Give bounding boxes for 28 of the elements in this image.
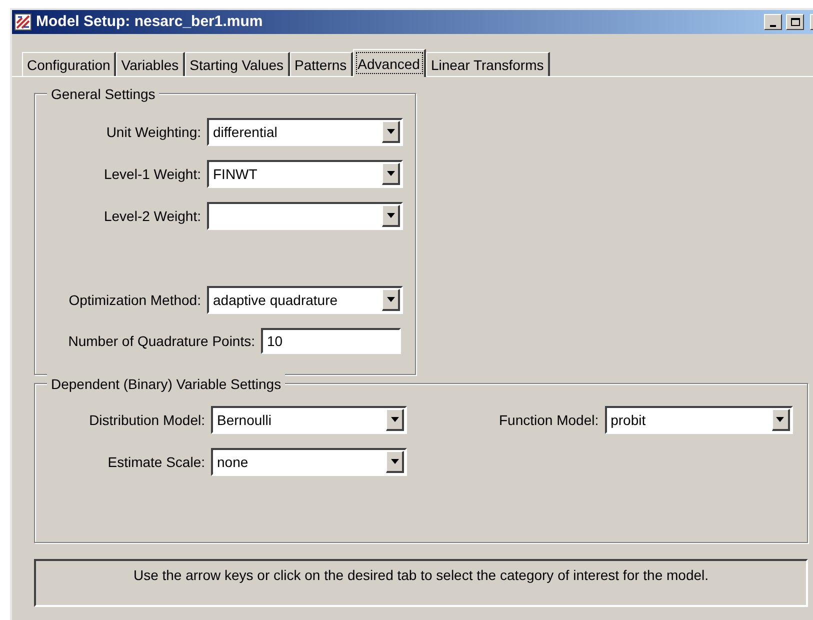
dropdown[interactable]: adaptive quadrature bbox=[207, 286, 403, 314]
field-label: Number of Quadrature Points: bbox=[68, 332, 255, 351]
tab[interactable]: Patterns bbox=[290, 52, 353, 76]
minimize-button[interactable] bbox=[764, 14, 782, 30]
field-label: Optimization Method: bbox=[68, 290, 201, 310]
input-field[interactable]: 10 bbox=[261, 328, 401, 354]
tab[interactable]: Linear Transforms bbox=[426, 52, 550, 76]
app-icon bbox=[14, 13, 32, 31]
window-title: Model Setup: nesarc_ber1.mum bbox=[36, 12, 264, 32]
tab[interactable]: Advanced bbox=[352, 49, 426, 77]
tab[interactable]: Configuration bbox=[22, 52, 116, 76]
dropdown[interactable]: Bernoulli bbox=[211, 406, 407, 434]
field-label: Estimate Scale: bbox=[108, 452, 205, 472]
dropdown[interactable]: FINWT bbox=[207, 160, 403, 188]
maximize-button[interactable] bbox=[786, 14, 804, 30]
field-label: Function Model: bbox=[499, 410, 599, 430]
tab[interactable]: Variables bbox=[116, 52, 185, 76]
field-label: Unit Weighting: bbox=[106, 122, 201, 142]
field-label: Level-2 Weight: bbox=[104, 206, 201, 226]
field-label: Level-1 Weight: bbox=[104, 164, 201, 184]
dropdown[interactable] bbox=[207, 202, 403, 230]
dropdown[interactable]: differential bbox=[207, 118, 403, 146]
group-title: Dependent (Binary) Variable Settings bbox=[47, 374, 286, 395]
tab[interactable]: Starting Values bbox=[184, 52, 290, 76]
dropdown[interactable]: probit bbox=[604, 406, 793, 434]
status-text: Use the arrow keys or click on the desired tab to select the category of interest for the model. bbox=[133, 566, 709, 585]
dropdown[interactable]: none bbox=[211, 448, 407, 476]
field-label: Distribution Model: bbox=[89, 410, 205, 430]
